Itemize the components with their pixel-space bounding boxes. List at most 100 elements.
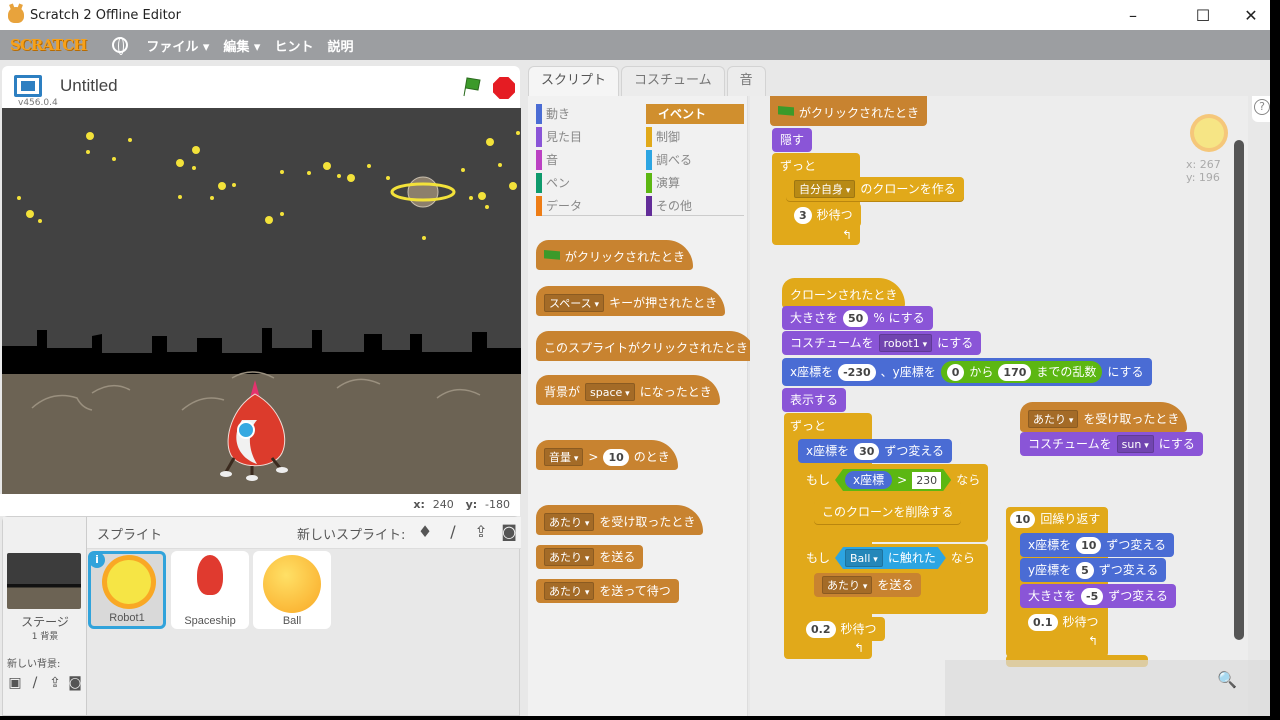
sprite-library-icon[interactable]: ♦	[415, 522, 435, 542]
size-input[interactable]: 50	[843, 309, 869, 327]
script2-when-cloned[interactable]: クローンされたとき	[782, 278, 906, 308]
touch-target-dropdown[interactable]: Ball	[845, 549, 883, 567]
script2-change-x[interactable]: x座標を 30 ずつ変える	[798, 439, 953, 463]
category-sound[interactable]: 音	[536, 150, 634, 170]
sensor-dropdown[interactable]: 音量	[544, 448, 584, 466]
info-icon[interactable]: i	[89, 552, 105, 568]
script2-delete-clone[interactable]: このクローンを削除する	[814, 500, 962, 524]
palette-when-key-pressed[interactable]: スペース キーが押されたとき	[536, 286, 726, 316]
message-dropdown[interactable]: あたり	[544, 548, 595, 566]
stop-icon[interactable]	[493, 77, 515, 99]
message-dropdown[interactable]: あたり	[544, 582, 595, 600]
tab-scripts[interactable]: スクリプト	[528, 66, 620, 96]
message-dropdown[interactable]: あたり	[822, 576, 873, 594]
change-y-input[interactable]: 5	[1076, 561, 1094, 579]
fullscreen-icon[interactable]	[14, 75, 42, 97]
x-position-reporter[interactable]: x座標	[845, 471, 892, 489]
script4-change-x[interactable]: x座標を 10 ずつ変える	[1020, 533, 1175, 557]
upload-sprite-icon[interactable]: ⇪	[471, 522, 491, 542]
script4-change-y[interactable]: y座標を 5 ずつ変える	[1020, 558, 1167, 582]
touching-block[interactable]: Ball に触れた	[835, 547, 946, 569]
language-globe-icon[interactable]	[112, 37, 129, 55]
change-x-input[interactable]: 30	[854, 442, 880, 460]
tab-sounds[interactable]: 音	[726, 66, 766, 96]
menu-tips[interactable]: ヒント	[274, 36, 313, 55]
zoom-icon[interactable]: 🔍	[1217, 670, 1237, 689]
script2-switch-costume[interactable]: コスチュームを robot1 にする	[782, 331, 982, 355]
menu-edit[interactable]: 編集 ▾	[223, 36, 260, 55]
backdrop-library-icon[interactable]: ▣	[7, 673, 23, 693]
category-operators[interactable]: 演算	[646, 173, 744, 193]
script2-show[interactable]: 表示する	[782, 388, 847, 412]
random-to-input[interactable]: 170	[998, 363, 1032, 381]
palette-broadcast-and-wait[interactable]: あたり を送って待つ	[536, 579, 679, 603]
greater-than-block[interactable]: x座標 > 230	[835, 469, 951, 491]
camera-backdrop-icon[interactable]: ◙	[67, 673, 83, 693]
change-x-input[interactable]: 10	[1076, 536, 1102, 554]
costume-dropdown[interactable]: sun	[1116, 435, 1154, 453]
script2-wait[interactable]: 0.2 秒待つ	[798, 617, 885, 641]
pick-random-block[interactable]: 0 から 170 までの乱数	[940, 361, 1103, 383]
sensor-value-input[interactable]: 10	[603, 448, 629, 466]
minimize-button[interactable]: –	[1110, 0, 1156, 30]
key-dropdown[interactable]: スペース	[544, 294, 605, 312]
palette-when-receive[interactable]: あたり を受け取ったとき	[536, 505, 704, 535]
message-dropdown[interactable]: あたり	[1028, 410, 1079, 428]
script1-when-flag-clicked[interactable]: がクリックされたとき	[770, 96, 928, 126]
green-flag-icon[interactable]	[460, 76, 482, 98]
menu-file[interactable]: ファイル ▾	[146, 36, 209, 55]
palette-broadcast[interactable]: あたり を送る	[536, 545, 644, 569]
help-tab[interactable]: ?	[1252, 96, 1270, 122]
wait-input[interactable]: 0.2	[806, 620, 836, 638]
compare-value-input[interactable]: 230	[912, 472, 941, 489]
menu-about[interactable]: 説明	[327, 36, 353, 55]
wait-input[interactable]: 0.1	[1028, 613, 1058, 631]
palette-when-sprite-clicked[interactable]: このスプライトがクリックされたとき	[536, 331, 757, 361]
paint-backdrop-icon[interactable]: /	[27, 673, 43, 693]
clone-target-dropdown[interactable]: 自分自身	[794, 180, 856, 198]
script1-hide[interactable]: 隠す	[772, 128, 813, 152]
stage-canvas[interactable]	[2, 108, 521, 494]
category-control[interactable]: 制御	[646, 127, 744, 147]
category-looks[interactable]: 見た目	[536, 127, 634, 147]
script1-create-clone[interactable]: 自分自身 のクローンを作る	[786, 177, 964, 201]
sprite-robot1[interactable]: i Robot1	[88, 551, 166, 629]
vertical-scrollbar[interactable]	[1234, 140, 1244, 640]
repeat-count-input[interactable]: 10	[1010, 510, 1036, 528]
close-button[interactable]: ✕	[1228, 0, 1270, 30]
category-events[interactable]: イベント	[646, 104, 744, 124]
script3-switch-costume[interactable]: コスチュームを sun にする	[1020, 432, 1203, 456]
sprite-spaceship[interactable]: Spaceship	[171, 551, 249, 629]
change-size-input[interactable]: -5	[1081, 587, 1104, 605]
palette-when-sensor-greater[interactable]: 音量 > 10 のとき	[536, 440, 678, 470]
wait-input[interactable]: 3	[794, 206, 812, 224]
script1-wait[interactable]: 3 秒待つ	[786, 203, 861, 227]
category-more[interactable]: その他	[646, 196, 744, 216]
stage-thumbnail[interactable]	[7, 553, 81, 609]
script2-set-size[interactable]: 大きさを 50 % にする	[782, 306, 933, 330]
category-motion[interactable]: 動き	[536, 104, 634, 124]
paint-sprite-icon[interactable]: /	[443, 522, 463, 542]
scratch-logo[interactable]: SCRATCH	[6, 34, 90, 56]
script3-when-receive[interactable]: あたり を受け取ったとき	[1020, 402, 1188, 432]
script4-change-size[interactable]: 大きさを -5 ずつ変える	[1020, 584, 1176, 608]
category-pen[interactable]: ペン	[536, 173, 634, 193]
script2-broadcast[interactable]: あたり を送る	[814, 573, 922, 597]
palette-when-flag-clicked[interactable]: がクリックされたとき	[536, 240, 694, 270]
x-input[interactable]: -230	[838, 363, 876, 381]
random-from-input[interactable]: 0	[946, 363, 965, 381]
tab-costumes[interactable]: コスチューム	[621, 66, 725, 96]
camera-sprite-icon[interactable]: ◙	[499, 522, 519, 542]
costume-dropdown[interactable]: robot1	[878, 334, 933, 352]
palette-when-backdrop-switches[interactable]: 背景が space になったとき	[536, 375, 720, 405]
maximize-button[interactable]: ☐	[1180, 0, 1226, 30]
script2-goto-xy[interactable]: x座標を -230 、y座標を 0 から 170 までの乱数 にする	[782, 358, 1152, 386]
sprite-ball[interactable]: Ball	[253, 551, 331, 629]
project-title[interactable]: Untitled	[60, 76, 118, 96]
message-dropdown[interactable]: あたり	[544, 513, 595, 531]
category-data[interactable]: データ	[536, 196, 634, 216]
script4-wait[interactable]: 0.1 秒待つ	[1020, 610, 1107, 634]
backdrop-dropdown[interactable]: space	[585, 383, 635, 401]
category-sensing[interactable]: 調べる	[646, 150, 744, 170]
upload-backdrop-icon[interactable]: ⇪	[47, 673, 63, 693]
